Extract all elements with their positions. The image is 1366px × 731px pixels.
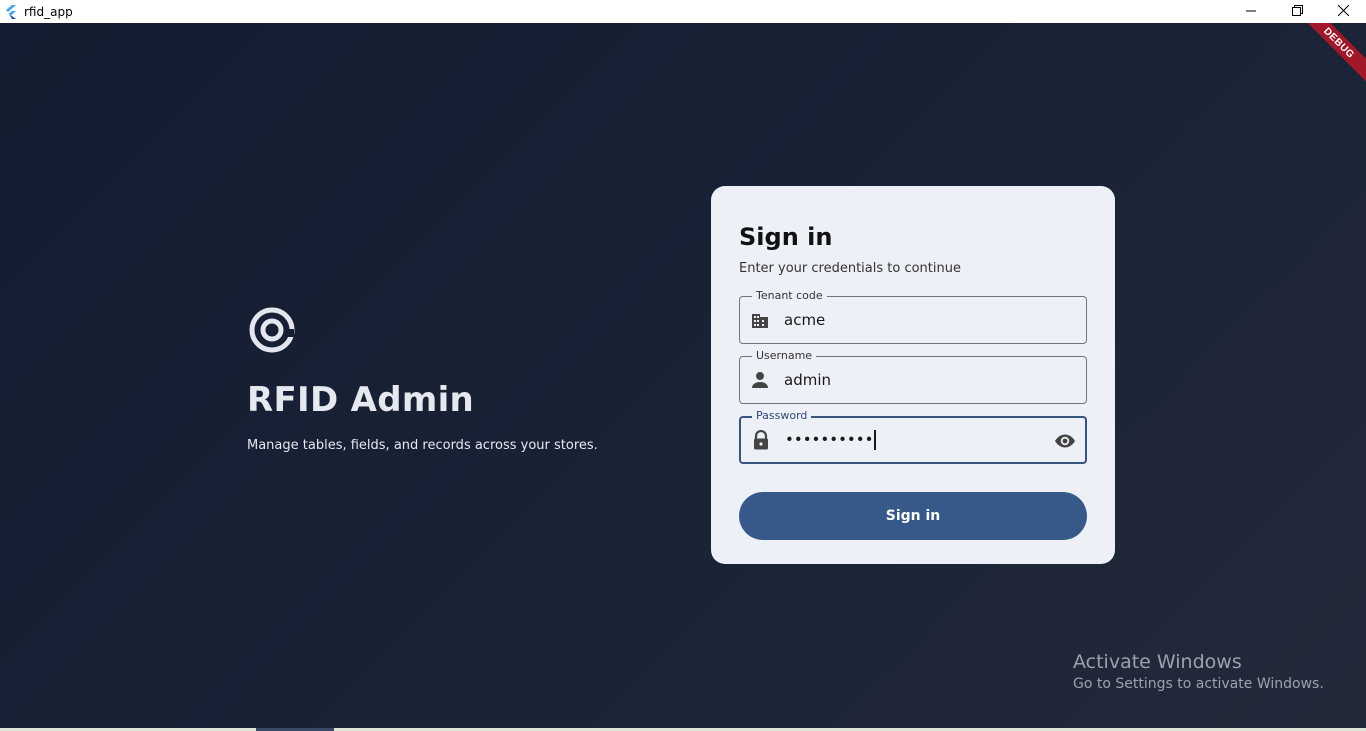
window-controls — [1228, 0, 1366, 23]
minimize-icon — [1246, 3, 1256, 21]
brand-title: RFID Admin — [247, 380, 475, 420]
watermark-title: Activate Windows — [1073, 651, 1242, 673]
flutter-logo-icon — [5, 4, 19, 19]
close-button[interactable] — [1320, 0, 1366, 23]
password-value: •••••••••• — [785, 430, 877, 450]
window-title-bar: rfid_app — [0, 0, 1366, 23]
tenant-code-value: acme — [784, 311, 826, 329]
at-sign-icon — [247, 306, 295, 354]
username-label: Username — [752, 349, 817, 362]
close-icon — [1337, 3, 1349, 21]
restore-icon — [1291, 3, 1303, 21]
sign-in-card: Sign in Enter your credentials to contin… — [711, 186, 1115, 564]
debug-banner: DEBUG — [1294, 23, 1366, 88]
brand-subtitle: Manage tables, fields, and records acros… — [247, 438, 598, 453]
activate-windows-watermark: Activate Windows Go to Settings to activ… — [1073, 651, 1324, 692]
sign-in-subtitle: Enter your credentials to continue — [739, 261, 961, 276]
sign-in-button[interactable]: Sign in — [739, 492, 1087, 540]
app-canvas: DEBUG RFID Admin Manage tables, fields, … — [0, 23, 1366, 728]
person-icon — [750, 370, 770, 390]
lock-icon — [751, 430, 771, 450]
watermark-subtitle: Go to Settings to activate Windows. — [1073, 676, 1324, 692]
minimize-button[interactable] — [1228, 0, 1274, 23]
sign-in-title: Sign in — [739, 223, 833, 251]
debug-banner-label: DEBUG — [1321, 25, 1357, 61]
password-label: Password — [752, 409, 812, 422]
password-masked-text: •••••••••• — [785, 430, 874, 449]
restore-button[interactable] — [1274, 0, 1320, 23]
username-field[interactable]: Username admin — [739, 349, 1087, 404]
tenant-code-field[interactable]: Tenant code acme — [739, 289, 1087, 344]
brand-panel: RFID Admin Manage tables, fields, and re… — [247, 306, 598, 453]
window-title: rfid_app — [24, 4, 73, 19]
text-caret — [874, 430, 877, 450]
building-icon — [750, 310, 770, 330]
username-value: admin — [784, 371, 831, 389]
eye-icon[interactable] — [1054, 430, 1076, 452]
sign-in-button-label: Sign in — [885, 508, 941, 524]
tenant-code-label: Tenant code — [752, 289, 827, 302]
password-field[interactable]: Password •••••••••• — [739, 409, 1087, 464]
